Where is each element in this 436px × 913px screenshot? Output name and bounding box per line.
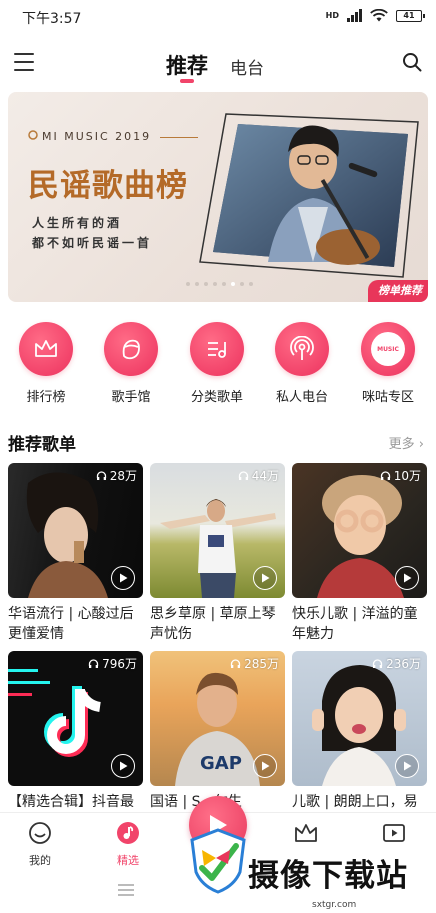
play-button[interactable] bbox=[395, 754, 419, 778]
banner-singer-photo bbox=[199, 113, 419, 278]
top-nav: 推荐 电台 bbox=[0, 40, 436, 88]
play-button[interactable] bbox=[111, 754, 135, 778]
tab-recommend[interactable]: 推荐 bbox=[166, 50, 208, 80]
radio-broadcast-icon bbox=[275, 322, 329, 376]
playlist-cover: 10万 bbox=[292, 463, 427, 598]
play-icon bbox=[119, 573, 127, 583]
play-count: 28万 bbox=[96, 467, 137, 484]
wifi-icon bbox=[370, 9, 388, 22]
active-tab-indicator bbox=[180, 79, 194, 83]
headphones-icon bbox=[230, 659, 241, 668]
entry-label: 咪咕专区 bbox=[361, 390, 414, 405]
play-button[interactable] bbox=[253, 566, 277, 590]
migu-music-icon: MUSIC bbox=[361, 322, 415, 376]
chevron-right-icon: › bbox=[414, 437, 424, 452]
playlist-cover: GAP 285万 bbox=[150, 651, 285, 786]
status-bar: 下午3:57 HD 41 bbox=[0, 0, 436, 36]
banner-subtitle-line-1: 人生所有的酒 bbox=[32, 216, 123, 230]
play-icon bbox=[403, 761, 411, 771]
signal-icon bbox=[347, 9, 362, 22]
nav-featured[interactable]: 精选 bbox=[98, 821, 158, 868]
watermark: 摄像下载站 sxtgr.com bbox=[190, 820, 430, 913]
play-icon bbox=[261, 573, 269, 583]
banner-brand: MI MUSIC 2019 bbox=[42, 130, 152, 143]
playlist-cover: 236万 bbox=[292, 651, 427, 786]
watermark-shield-icon bbox=[190, 828, 246, 894]
entry-migu-zone[interactable]: MUSIC 咪咕专区 bbox=[348, 322, 428, 405]
playlist-cover: 28万 bbox=[8, 463, 143, 598]
play-button[interactable] bbox=[395, 566, 419, 590]
play-button[interactable] bbox=[111, 566, 135, 590]
search-icon[interactable] bbox=[402, 52, 422, 72]
play-button[interactable] bbox=[253, 754, 277, 778]
playlist-category-icon bbox=[190, 322, 244, 376]
play-icon bbox=[261, 761, 269, 771]
headphones-icon bbox=[238, 471, 248, 480]
svg-text:GAP: GAP bbox=[200, 753, 242, 774]
entry-private-radio[interactable]: 私人电台 bbox=[262, 322, 342, 405]
headphones-icon bbox=[372, 659, 383, 668]
playlist-title: 思乡草原 | 草原上琴声忧伤 bbox=[150, 606, 276, 642]
play-count: 285万 bbox=[230, 655, 279, 672]
music-note-circle-icon bbox=[117, 822, 139, 844]
status-time: 下午3:57 bbox=[22, 11, 82, 27]
headphones-icon bbox=[96, 471, 106, 480]
migu-icon-text: MUSIC bbox=[377, 345, 399, 353]
entry-singers[interactable]: 歌手馆 bbox=[91, 322, 171, 405]
section-title: 推荐歌单 bbox=[8, 435, 76, 455]
mi-music-logo-icon bbox=[28, 130, 38, 140]
play-count: 44万 bbox=[238, 467, 279, 484]
menu-icon[interactable] bbox=[14, 53, 34, 71]
quick-entries: 排行榜 歌手馆 分类歌单 私人电台 MUSIC 咪咕专区 bbox=[0, 322, 436, 406]
playlist-title: 华语流行 | 心酸过后更懂爱情 bbox=[8, 606, 134, 642]
entry-label: 歌手馆 bbox=[111, 390, 151, 405]
banner-carousel[interactable]: MI MUSIC 2019 民谣歌曲榜 人生所有的酒 都不如听民谣一首 榜单推荐 bbox=[8, 92, 428, 302]
playlist-card[interactable]: 44万 思乡草原 | 草原上琴声忧伤 bbox=[150, 463, 285, 644]
playlist-card[interactable]: 796万 【精选合辑】抖音最 bbox=[8, 651, 143, 832]
play-count: 236万 bbox=[372, 655, 421, 672]
play-count: 796万 bbox=[88, 655, 137, 672]
nav-mine[interactable]: 我的 bbox=[10, 821, 70, 868]
more-link[interactable]: 更多 › bbox=[389, 433, 424, 452]
battery-icon: 41 bbox=[396, 9, 425, 22]
more-label: 更多 bbox=[388, 437, 415, 452]
playlist-cover: 44万 bbox=[150, 463, 285, 598]
recommended-playlists-header: 推荐歌单 更多 › bbox=[0, 428, 436, 455]
playlist-card[interactable]: 10万 快乐儿歌 | 洋溢的童年魅力 bbox=[292, 463, 427, 644]
playlist-card[interactable]: 236万 儿歌 | 朗朗上口，易 bbox=[292, 651, 427, 832]
watermark-text: 摄像下载站 bbox=[248, 858, 408, 894]
hd-network-label: HD bbox=[325, 10, 339, 20]
entry-categories[interactable]: 分类歌单 bbox=[177, 322, 257, 405]
tab-radio[interactable]: 电台 bbox=[230, 54, 264, 79]
play-icon bbox=[119, 761, 127, 771]
play-icon bbox=[403, 573, 411, 583]
nav-label: 精选 bbox=[117, 854, 139, 867]
status-icons: HD 41 bbox=[325, 9, 425, 22]
system-menu-icon[interactable] bbox=[118, 884, 134, 896]
singer-face-icon bbox=[104, 322, 158, 376]
banner-title: 民谣歌曲榜 bbox=[28, 168, 188, 204]
playlist-card[interactable]: 28万 华语流行 | 心酸过后更懂爱情 bbox=[8, 463, 143, 644]
banner-brand-line bbox=[160, 137, 198, 138]
entry-label: 排行榜 bbox=[26, 390, 66, 405]
headphones-icon bbox=[88, 659, 99, 668]
smile-face-icon bbox=[29, 822, 51, 844]
carousel-dots bbox=[186, 282, 253, 286]
entry-charts[interactable]: 排行榜 bbox=[6, 322, 86, 405]
playlist-title: 快乐儿歌 | 洋溢的童年魅力 bbox=[292, 606, 418, 642]
playlist-cover: 796万 bbox=[8, 651, 143, 786]
entry-label: 私人电台 bbox=[275, 390, 328, 405]
nav-label: 我的 bbox=[29, 854, 51, 867]
entry-label: 分类歌单 bbox=[190, 390, 243, 405]
play-count: 10万 bbox=[380, 467, 421, 484]
banner-subtitle-line-2: 都不如听民谣一首 bbox=[32, 236, 153, 250]
headphones-icon bbox=[380, 471, 390, 480]
watermark-url: sxtgr.com bbox=[312, 900, 357, 910]
banner-tag: 榜单推荐 bbox=[368, 280, 428, 302]
crown-icon bbox=[19, 322, 73, 376]
